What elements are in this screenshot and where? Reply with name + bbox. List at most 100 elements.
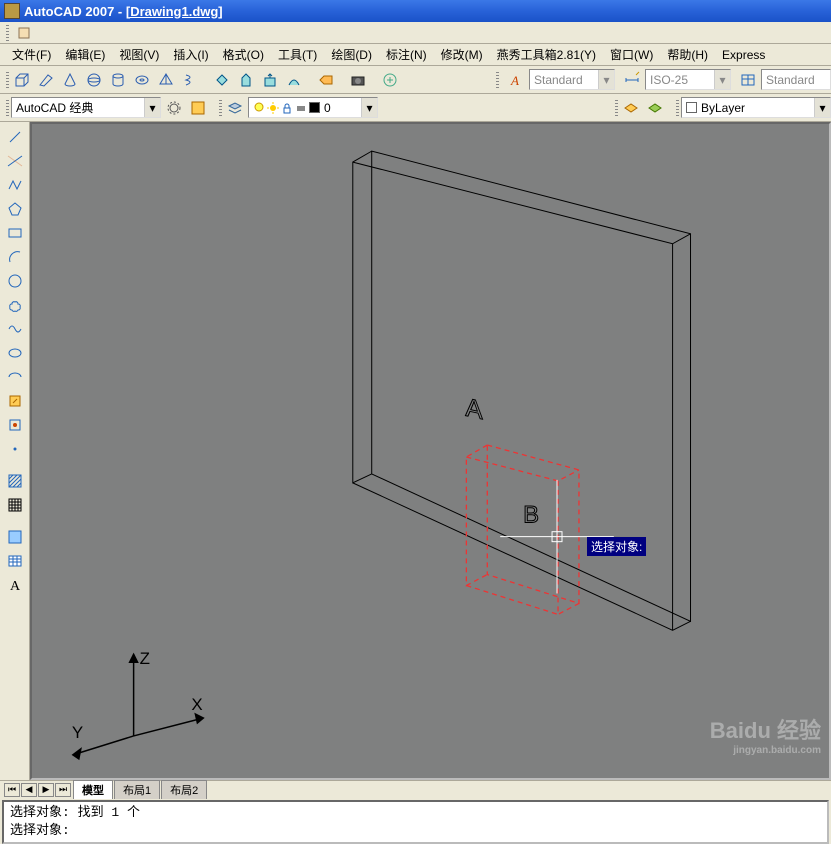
chevron-down-icon[interactable]: ▾: [714, 70, 730, 89]
toolbar-props: AutoCAD 经典▾ 0 ▾ ByLayer ▾: [0, 94, 831, 122]
menu-tools[interactable]: 工具(T): [272, 44, 323, 65]
menu-view[interactable]: 视图(V): [113, 44, 165, 65]
region-icon[interactable]: [4, 526, 26, 548]
ucs-y-label: Y: [72, 723, 83, 742]
layer-prev-icon[interactable]: [644, 97, 666, 119]
tab-first-icon[interactable]: ⏮: [4, 783, 20, 797]
drawing-canvas[interactable]: A B: [30, 122, 831, 780]
printer-icon: [295, 102, 307, 114]
menu-items: 文件(F) 编辑(E) 视图(V) 插入(I) 格式(O) 工具(T) 绘图(D…: [0, 44, 831, 66]
arc-icon[interactable]: [4, 246, 26, 268]
menu-format[interactable]: 格式(O): [217, 44, 270, 65]
menu-dimension[interactable]: 标注(N): [380, 44, 433, 65]
toolbar-handle[interactable]: [615, 100, 618, 116]
app-title: AutoCAD 2007 - [Drawing1.dwg]: [24, 4, 223, 19]
add-icon[interactable]: [379, 69, 401, 91]
tab-next-icon[interactable]: ▶: [38, 783, 54, 797]
rectangle-icon[interactable]: [4, 222, 26, 244]
make-block-icon[interactable]: [4, 414, 26, 436]
tab-prev-icon[interactable]: ◀: [21, 783, 37, 797]
helix-icon[interactable]: [179, 69, 201, 91]
toolbar-handle[interactable]: [496, 72, 499, 88]
ucs-icon: [73, 654, 204, 759]
menu-express[interactable]: Express: [716, 46, 771, 64]
svg-text:A: A: [10, 579, 21, 594]
toolbar-handle[interactable]: [6, 72, 9, 88]
workspace-settings-icon[interactable]: [187, 97, 209, 119]
sun-icon: [267, 102, 279, 114]
pyramid-icon[interactable]: [155, 69, 177, 91]
xline-icon[interactable]: [4, 150, 26, 172]
presspull-icon[interactable]: [259, 69, 281, 91]
menu-file[interactable]: 文件(F): [6, 44, 57, 65]
tab-layout2[interactable]: 布局2: [161, 780, 207, 799]
chevron-down-icon[interactable]: ▾: [361, 98, 377, 117]
layer-manager-icon[interactable]: [224, 97, 246, 119]
mtext-icon[interactable]: A: [4, 574, 26, 596]
spline-icon[interactable]: [4, 318, 26, 340]
chevron-down-icon[interactable]: ▾: [144, 98, 160, 117]
menu-insert[interactable]: 插入(I): [167, 44, 214, 65]
box-icon[interactable]: [11, 69, 33, 91]
dimstyle-combo[interactable]: ISO-25▾: [645, 69, 731, 90]
textstyle-icon[interactable]: A: [505, 69, 527, 91]
wedge-icon[interactable]: [35, 69, 57, 91]
layer-combo[interactable]: 0 ▾: [248, 97, 378, 118]
torus-icon[interactable]: [131, 69, 153, 91]
menu-help[interactable]: 帮助(H): [661, 44, 714, 65]
dimstyle-icon[interactable]: [621, 69, 643, 91]
hatch-icon[interactable]: [4, 470, 26, 492]
menu-edit[interactable]: 编辑(E): [59, 44, 111, 65]
menu-draw[interactable]: 绘图(D): [325, 44, 378, 65]
tab-last-icon[interactable]: ⏭: [55, 783, 71, 797]
tablestyle-icon[interactable]: [737, 69, 759, 91]
menu-window[interactable]: 窗口(W): [604, 44, 659, 65]
polygon-icon[interactable]: [4, 198, 26, 220]
insert-block-icon[interactable]: [4, 390, 26, 412]
cone-icon[interactable]: [59, 69, 81, 91]
label-B: B: [523, 502, 539, 529]
sweep-icon[interactable]: [283, 69, 305, 91]
chevron-down-icon[interactable]: ▾: [814, 98, 830, 117]
polyline-icon[interactable]: [4, 174, 26, 196]
circle-icon[interactable]: [4, 270, 26, 292]
command-window[interactable]: 选择对象: 找到 1 个 选择对象:: [2, 800, 829, 844]
tab-model[interactable]: 模型: [73, 780, 113, 799]
gear-icon[interactable]: [163, 97, 185, 119]
layer-state-icon[interactable]: [620, 97, 642, 119]
cylinder-icon[interactable]: [107, 69, 129, 91]
toolbar-solids: A Standard▾ ISO-25▾ Standard: [0, 66, 831, 94]
camera-icon[interactable]: [347, 69, 369, 91]
3dmove-icon[interactable]: [315, 69, 337, 91]
gradient-icon[interactable]: [4, 494, 26, 516]
menu-modify[interactable]: 修改(M): [435, 44, 489, 65]
workspace-combo[interactable]: AutoCAD 经典▾: [11, 97, 161, 118]
extrude-icon[interactable]: [235, 69, 257, 91]
point-icon[interactable]: [4, 438, 26, 460]
dynamic-input-tooltip: 选择对象:: [587, 537, 646, 556]
tablestyle-combo[interactable]: Standard: [761, 69, 831, 90]
revcloud-icon[interactable]: [4, 294, 26, 316]
sphere-icon[interactable]: [83, 69, 105, 91]
table-icon[interactable]: [4, 550, 26, 572]
toolbar-handle[interactable]: [676, 100, 679, 116]
line-icon[interactable]: [4, 126, 26, 148]
solid-A: [353, 151, 691, 630]
window-titlebar: AutoCAD 2007 - [Drawing1.dwg]: [0, 0, 831, 22]
menubar-handle[interactable]: [6, 25, 9, 41]
polysolid-icon[interactable]: [211, 69, 233, 91]
drawing-svg: A B: [32, 124, 829, 778]
ucs-x-label: X: [191, 695, 202, 714]
toolbar-handle[interactable]: [6, 100, 9, 116]
menu-yanxiu[interactable]: 燕秀工具箱2.81(Y): [491, 44, 602, 65]
tab-layout1[interactable]: 布局1: [114, 780, 160, 799]
textstyle-combo[interactable]: Standard▾: [529, 69, 615, 90]
layout-tabs: ⏮ ◀ ▶ ⏭ 模型 布局1 布局2: [0, 780, 831, 798]
toolbar-handle[interactable]: [219, 100, 222, 116]
ellipse-icon[interactable]: [4, 342, 26, 364]
chevron-down-icon[interactable]: ▾: [598, 70, 614, 89]
bulb-icon: [253, 102, 265, 114]
ellipse-arc-icon[interactable]: [4, 366, 26, 388]
color-combo[interactable]: ByLayer ▾: [681, 97, 831, 118]
main-area: A A B: [0, 122, 831, 780]
